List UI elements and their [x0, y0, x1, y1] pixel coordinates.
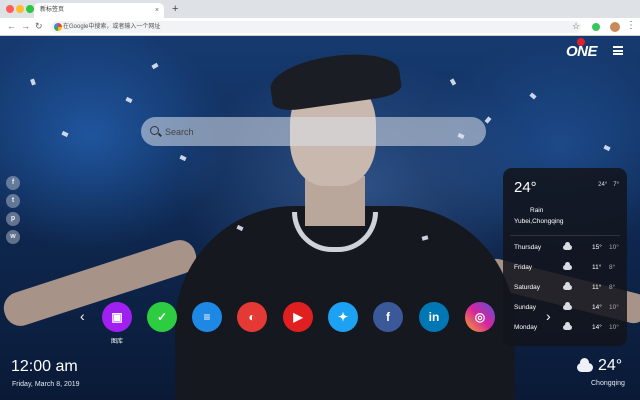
forecast-high: 15°	[592, 244, 602, 251]
twitter-icon[interactable]: t	[6, 194, 20, 208]
confetti	[151, 62, 159, 70]
profile-avatar[interactable]	[610, 22, 620, 32]
confetti	[30, 78, 36, 86]
cloud-icon	[563, 242, 572, 250]
confetti	[449, 78, 457, 86]
instagram-icon[interactable]: ◎	[465, 302, 495, 332]
forecast-day: Monday	[514, 324, 538, 331]
address-placeholder: 在Google中搜索，或者输入一个网址	[63, 24, 161, 30]
gallery-icon[interactable]: ▣	[102, 302, 132, 332]
forecast-high: 11°	[592, 264, 602, 271]
forecast-low: 8°	[609, 264, 616, 271]
browser-menu-icon[interactable]: ⋮	[626, 20, 636, 32]
forecast-row: Monday 14° 10°	[514, 322, 619, 334]
hamburger-menu-icon[interactable]	[613, 46, 623, 55]
brand-logo[interactable]: ONE	[562, 38, 602, 65]
facebook-icon[interactable]: f	[6, 176, 20, 190]
gallery-label: 图库	[110, 339, 123, 345]
new-tab-page: ONE f t p w 24° 24° 7° Rain Yubei,Chongqi…	[0, 36, 640, 400]
maximize-window-button[interactable]	[26, 5, 34, 13]
logo-text: ONE	[566, 43, 598, 60]
cloud-icon	[563, 302, 572, 310]
forecast-low: 10°	[609, 244, 619, 251]
browser-tab[interactable]: 新标签页 ×	[34, 3, 164, 18]
weather-widget[interactable]: 24° 24° 7° Rain Yubei,Chongqing Thursday …	[503, 168, 627, 346]
games-icon[interactable]: ◐	[237, 302, 267, 332]
corner-location: Chongqing	[591, 380, 625, 387]
forecast-day: Thursday	[514, 244, 542, 251]
confetti	[603, 144, 611, 152]
forecast-high: 14°	[592, 304, 602, 311]
browser-toolbar: ← → ↻ 在Google中搜索，或者输入一个网址 ☆ ⋮	[0, 18, 640, 36]
forecast-day: Friday	[514, 264, 533, 271]
twitter-icon[interactable]: ✦	[328, 302, 358, 332]
cloud-icon	[563, 282, 572, 290]
browser-tab-bar: 新标签页 × +	[0, 0, 640, 18]
youtube-icon[interactable]: ▶	[283, 302, 313, 332]
forecast-row: Saturday 11° 8°	[514, 282, 618, 294]
corner-cloud-icon	[577, 358, 593, 372]
confetti	[125, 96, 133, 104]
figure-cap	[267, 47, 403, 113]
forecast-row: Thursday 15° 10°	[514, 242, 619, 254]
google-icon	[54, 23, 62, 31]
clock-time: 12:00 am	[11, 358, 78, 375]
pinterest-icon[interactable]: p	[6, 212, 20, 226]
confetti	[529, 92, 537, 100]
dock-next-arrow-icon[interactable]: ›	[546, 308, 551, 324]
forecast-low: 10°	[609, 304, 619, 311]
current-temperature: 24°	[514, 179, 537, 196]
clock-date: Friday, March 8, 2019	[12, 381, 80, 388]
facebook-icon[interactable]: f	[373, 302, 403, 332]
high-low: 24° 7°	[592, 182, 619, 188]
new-tab-button[interactable]: +	[172, 3, 178, 15]
close-window-button[interactable]	[6, 5, 14, 13]
minimize-window-button[interactable]	[16, 5, 24, 13]
forecast-low: 8°	[609, 284, 616, 291]
divider	[510, 235, 620, 236]
weather-location: Yubei,Chongqing	[514, 218, 564, 225]
notes-icon[interactable]: ≡	[192, 302, 222, 332]
tab-title: 新标签页	[40, 7, 65, 13]
corner-temperature: 24°	[598, 357, 623, 374]
forecast-day: Saturday	[514, 284, 541, 291]
extension-icon[interactable]	[592, 23, 600, 31]
confetti	[484, 116, 492, 124]
forecast-high: 11°	[592, 284, 602, 291]
reload-icon[interactable]: ↻	[35, 21, 43, 32]
forward-arrow-icon[interactable]: →	[21, 21, 30, 32]
bookmark-star-icon[interactable]: ☆	[572, 21, 580, 32]
forecast-day: Sunday	[514, 304, 537, 311]
search-bar[interactable]	[141, 117, 486, 146]
weather-condition: Rain	[530, 207, 544, 214]
dock-prev-arrow-icon[interactable]: ‹	[80, 308, 85, 324]
forecast-high: 14°	[592, 324, 602, 331]
search-input[interactable]	[165, 117, 465, 146]
linkedin-icon[interactable]: in	[419, 302, 449, 332]
confetti	[179, 154, 187, 162]
high-temperature: 24°	[598, 182, 608, 188]
confetti	[61, 130, 69, 138]
search-icon[interactable]	[150, 126, 159, 135]
forecast-low: 10°	[609, 324, 619, 331]
back-arrow-icon[interactable]: ←	[7, 21, 16, 32]
address-bar[interactable]: 在Google中搜索，或者输入一个网址	[51, 21, 581, 33]
tab-close-icon[interactable]: ×	[155, 3, 159, 18]
forecast-row: Friday 11° 8°	[514, 262, 618, 274]
todo-icon[interactable]: ✓	[147, 302, 177, 332]
wechat-icon[interactable]: w	[6, 230, 20, 244]
cloud-icon	[563, 262, 572, 270]
cloud-icon	[563, 322, 572, 330]
forecast-row: Sunday 14° 10°	[514, 302, 619, 314]
low-temperature: 7°	[613, 182, 619, 188]
